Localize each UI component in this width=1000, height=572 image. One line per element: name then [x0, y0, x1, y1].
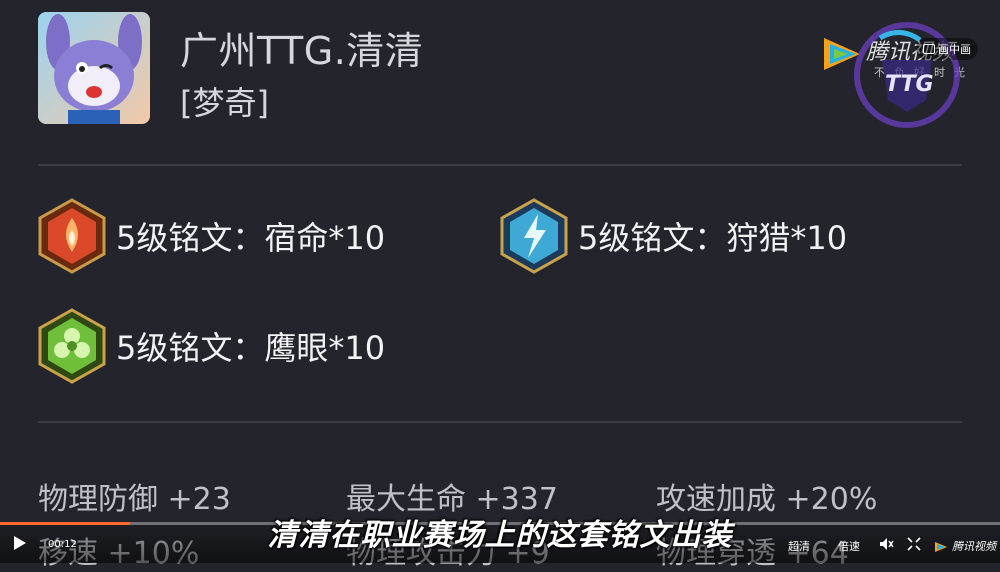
team-logo-text: TTG: [885, 72, 934, 97]
fullscreen-icon[interactable]: [906, 536, 922, 556]
pip-icon: [923, 44, 935, 54]
rune-entry-hunt: 5级铭文：狩猎*10: [500, 198, 847, 274]
picture-in-picture-button[interactable]: 画中画: [916, 38, 978, 60]
quality-button[interactable]: 超清: [788, 538, 810, 554]
divider-bottom: [38, 421, 962, 423]
hero-avatar: [38, 12, 150, 124]
mute-icon[interactable]: [878, 536, 894, 556]
rune-entry-fate: 5级铭文：宿命*10: [38, 198, 385, 274]
brand-label: 腾讯视频: [952, 540, 996, 553]
green-clover-rune-icon: [38, 308, 106, 384]
tencent-video-small-icon: [934, 538, 948, 557]
play-icon[interactable]: [14, 536, 26, 550]
rune-entry-eagle-eye: 5级铭文：鹰眼*10: [38, 308, 385, 384]
speed-button[interactable]: 倍速: [838, 538, 860, 554]
red-flame-rune-icon: [38, 198, 106, 274]
rune-label: 5级铭文：宿命*10: [116, 219, 386, 257]
time-display: 00:12: [48, 539, 77, 550]
rune-label: 5级铭文：狩猎*10: [578, 219, 848, 257]
blue-lightning-rune-icon: [500, 198, 568, 274]
divider-top: [38, 164, 962, 166]
hero-name: [梦奇]: [180, 84, 269, 122]
pip-label: 画中画: [938, 43, 971, 56]
player-name: 广州TTG.清清: [180, 29, 424, 73]
rune-label: 5级铭文：鹰眼*10: [116, 329, 386, 367]
